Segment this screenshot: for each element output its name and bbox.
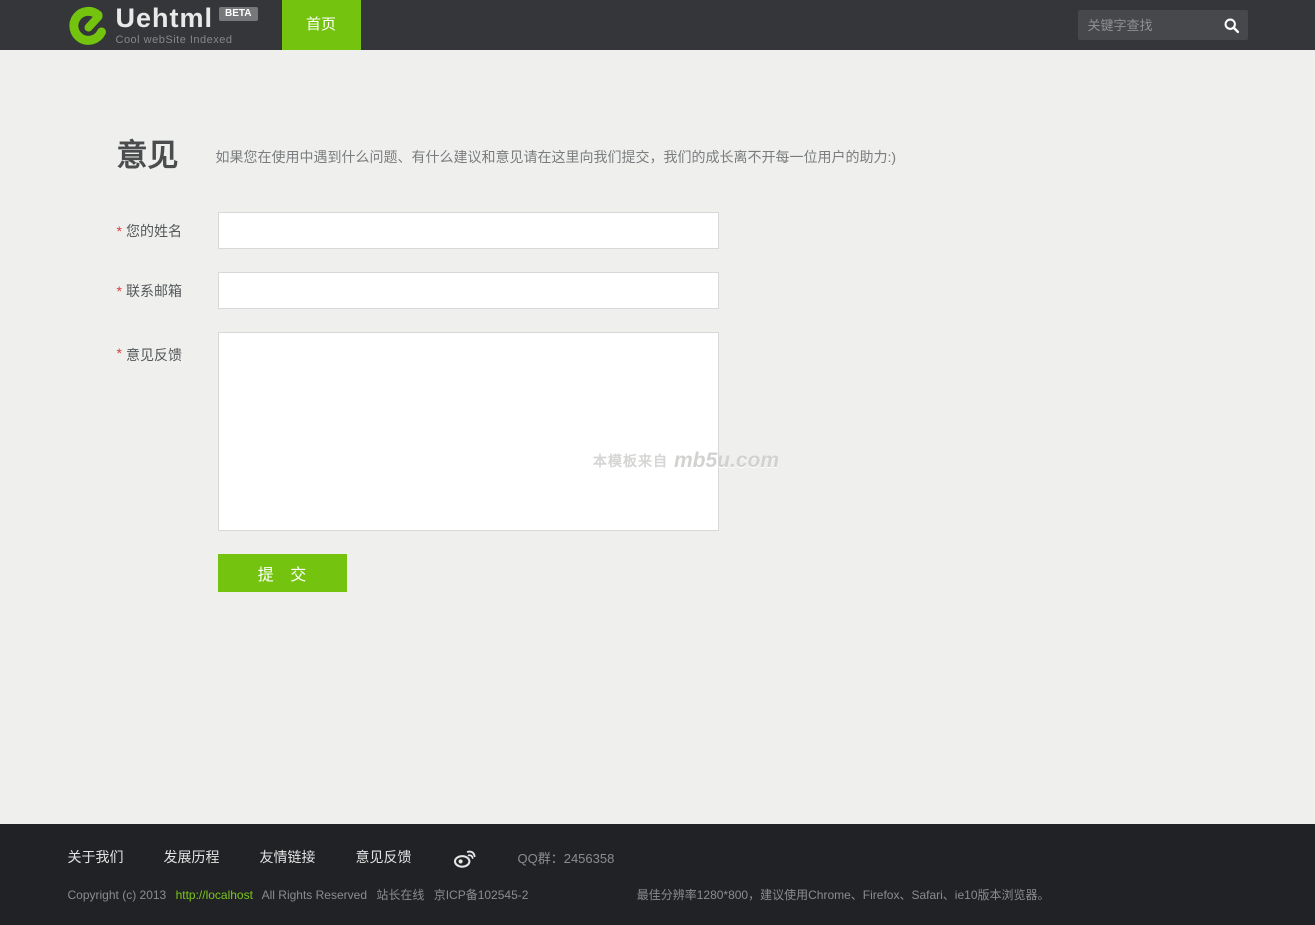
required-asterisk: * <box>117 283 122 299</box>
footer-link-friends[interactable]: 友情链接 <box>260 847 316 867</box>
name-field[interactable] <box>218 212 719 249</box>
feedback-form: * 您的姓名 * 联系邮箱 * 意见反馈 提 交 <box>117 212 1248 592</box>
form-row-name: * 您的姓名 <box>117 212 1248 249</box>
qq-group-label: QQ群：2456358 <box>518 848 615 867</box>
feedback-label: * 意见反馈 <box>117 332 218 531</box>
search-box <box>1078 10 1248 40</box>
feedback-field[interactable] <box>218 332 719 531</box>
footer-link-history[interactable]: 发展历程 <box>164 847 220 867</box>
search-icon <box>1223 17 1240 34</box>
footer-links: 关于我们 发展历程 友情链接 意见反馈 QQ群：2456358 <box>68 824 1248 869</box>
browser-note: 最佳分辨率1280*800，建议使用Chrome、Firefox、Safari、… <box>637 886 1050 903</box>
submit-button[interactable]: 提 交 <box>218 554 347 592</box>
footer-link-about[interactable]: 关于我们 <box>68 847 124 867</box>
page-title: 意见 <box>117 140 179 171</box>
search-button[interactable] <box>1223 17 1240 34</box>
required-asterisk: * <box>117 223 122 239</box>
form-row-email: * 联系邮箱 <box>117 272 1248 309</box>
footer-link-feedback[interactable]: 意见反馈 <box>356 847 412 867</box>
main-content: 意见 如果您在使用中遇到什么问题、有什么建议和意见请在这里向我们提交，我们的成长… <box>68 50 1248 592</box>
name-label: * 您的姓名 <box>117 212 218 249</box>
brand-tagline: Cool webSite Indexed <box>116 35 258 46</box>
footer-bottom-row: Copyright (c) 2013 http://localhost All … <box>68 886 1248 903</box>
brand-name: Uehtml <box>116 5 214 32</box>
copyright-text: Copyright (c) 2013 http://localhost All … <box>68 886 535 903</box>
page-subtitle: 如果您在使用中遇到什么问题、有什么建议和意见请在这里向我们提交，我们的成长离不开… <box>216 147 897 171</box>
page-footer: 关于我们 发展历程 友情链接 意见反馈 QQ群：2456358 Copyrigh… <box>0 824 1315 925</box>
beta-badge: BETA <box>219 7 257 21</box>
form-row-feedback: * 意见反馈 <box>117 332 1248 531</box>
logo-mark-icon <box>68 3 112 47</box>
nav-item-home[interactable]: 首页 <box>282 0 361 50</box>
localhost-link[interactable]: http://localhost <box>176 888 253 902</box>
search-input[interactable] <box>1088 18 1223 33</box>
email-field[interactable] <box>218 272 719 309</box>
site-logo[interactable]: Uehtml BETA Cool webSite Indexed <box>68 3 258 47</box>
weibo-icon <box>452 845 478 869</box>
main-nav: 首页 <box>282 0 361 50</box>
required-asterisk: * <box>117 345 122 361</box>
top-header: Uehtml BETA Cool webSite Indexed 首页 <box>0 0 1315 50</box>
weibo-link[interactable] <box>452 845 478 869</box>
email-label: * 联系邮箱 <box>117 272 218 309</box>
